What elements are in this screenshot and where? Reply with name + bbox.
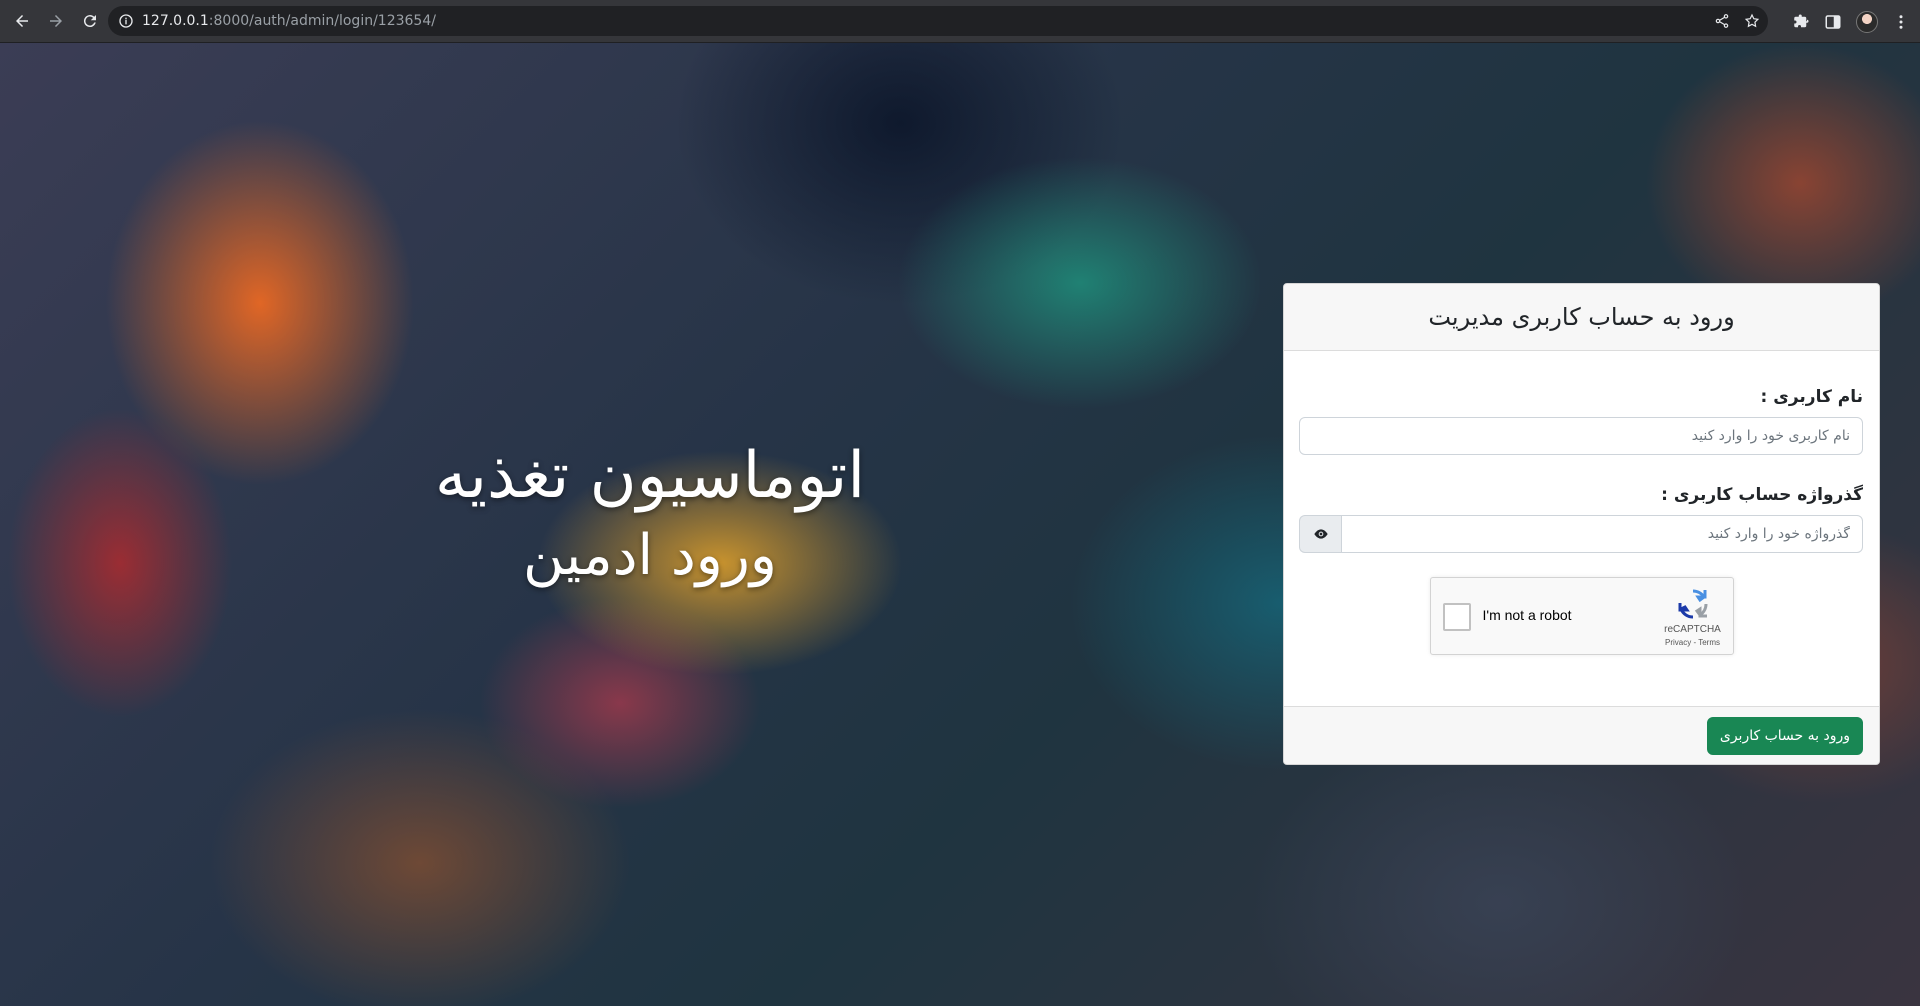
arrow-right-icon [50, 15, 62, 27]
reload-button[interactable] [74, 5, 106, 37]
url-path: :8000/auth/admin/login/123654/ [208, 13, 436, 29]
profile-avatar[interactable] [1856, 10, 1878, 33]
url-host: 127.0.0.1 [142, 13, 209, 29]
recaptcha-brand: reCAPTCHA [1664, 624, 1721, 635]
password-group [1299, 515, 1863, 553]
arrow-left-icon [16, 15, 28, 27]
username-label: نام کاربری : [1760, 387, 1863, 407]
recaptcha-label: I'm not a robot [1482, 607, 1572, 623]
back-button[interactable] [6, 5, 38, 37]
password-visibility-toggle[interactable] [1299, 515, 1341, 553]
login-card: ورود به حساب کاربری مدیریت نام کاربری : … [1283, 283, 1880, 765]
eye-icon [1313, 529, 1328, 539]
hero-subtitle: ورود ادمین [523, 522, 777, 588]
login-card-header: ورود به حساب کاربری مدیریت [1284, 284, 1879, 351]
recaptcha-terms-link[interactable]: Privacy - Terms [1653, 638, 1733, 647]
password-input[interactable] [1341, 515, 1863, 553]
recaptcha-widget: I'm not a robot reCAPTCHA Privacy - Term… [1429, 577, 1734, 655]
login-submit-button[interactable]: ورود به حساب کاربری [1706, 716, 1863, 755]
login-card-body: نام کاربری : گذرواژه حساب کاربری : I'm n… [1284, 351, 1879, 655]
hero-section: اتوماسیون تغذیه ورود ادمین [380, 438, 920, 588]
recaptcha-logo-icon [1678, 589, 1708, 619]
browser-toolbar: 127.0.0.1:8000/auth/admin/login/123654/ [0, 0, 1920, 43]
forward-button[interactable] [40, 5, 72, 37]
share-icon[interactable] [1714, 13, 1730, 29]
password-label: گذرواژه حساب کاربری : [1661, 485, 1863, 505]
reload-icon [83, 15, 96, 28]
page-background: اتوماسیون تغذیه ورود ادمین ورود به حساب … [0, 43, 1920, 1006]
info-icon[interactable] [118, 13, 134, 29]
kebab-menu-icon[interactable] [1892, 13, 1910, 31]
login-card-footer: ورود به حساب کاربری [1284, 706, 1879, 764]
address-bar[interactable]: 127.0.0.1:8000/auth/admin/login/123654/ [108, 6, 1768, 36]
side-panel-icon[interactable] [1824, 13, 1842, 31]
username-input[interactable] [1299, 417, 1863, 455]
hero-title: اتوماسیون تغذیه [434, 439, 866, 513]
bookmark-star-icon[interactable] [1744, 13, 1760, 29]
extensions-puzzle-icon[interactable] [1792, 13, 1810, 31]
recaptcha-checkbox[interactable] [1442, 603, 1471, 631]
